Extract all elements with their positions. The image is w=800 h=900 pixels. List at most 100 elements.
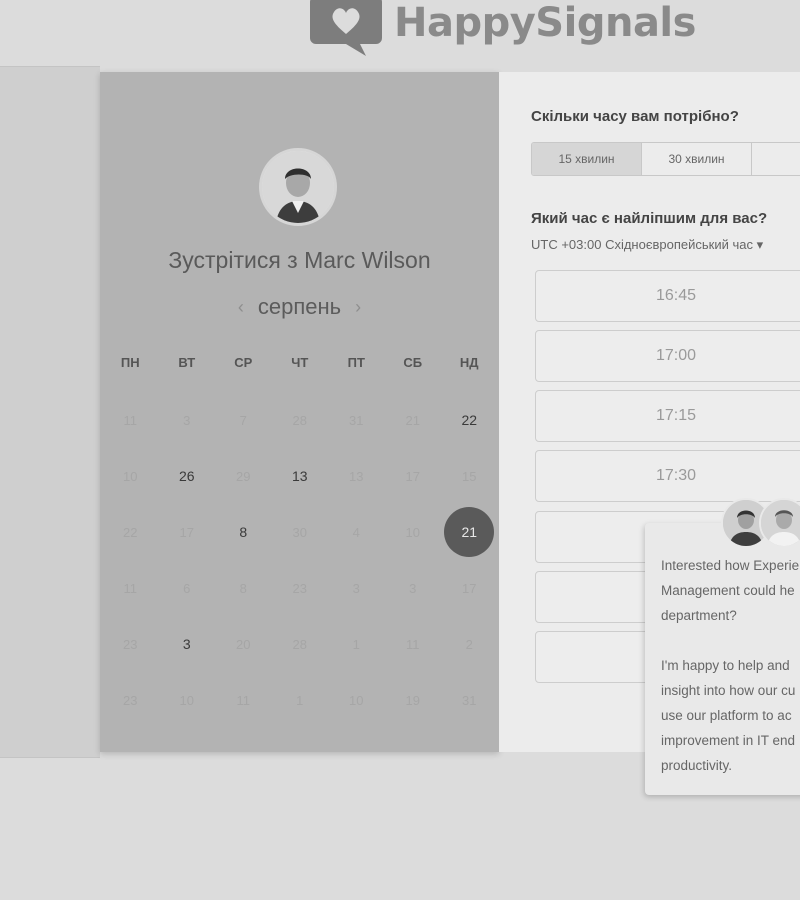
day-number: 3 [182, 636, 191, 652]
weekday-label: ПН [120, 355, 140, 370]
calendar-day[interactable]: 26 [159, 448, 216, 504]
calendar-day: 13 [328, 448, 385, 504]
calendar-day: 23 [102, 616, 159, 672]
day-number: 4 [352, 524, 360, 540]
calendar-day: 28 [272, 616, 329, 672]
day-number: 10 [179, 692, 194, 708]
calendar-day: 11 [102, 560, 159, 616]
calendar-day[interactable]: 13 [272, 448, 329, 504]
day-number: 26 [178, 468, 195, 484]
calendar-day: 10 [328, 672, 385, 728]
day-number: 11 [236, 692, 251, 708]
day-number: 3 [183, 412, 191, 428]
calendar-day: 15 [441, 448, 498, 504]
calendar-day: 10 [102, 448, 159, 504]
time-slot-button[interactable]: 17:15 [535, 390, 800, 442]
day-number: 17 [462, 580, 477, 596]
calendar-day: 17 [385, 448, 442, 504]
duration-selector: 15 хвилин 30 хвилин 1 г [531, 142, 800, 176]
calendar-day: 11 [215, 672, 272, 728]
day-number: 8 [239, 524, 248, 540]
day-number: 19 [405, 692, 420, 708]
page: HappySignals Зустрітися з Marc Wilson ‹ … [0, 0, 800, 900]
calendar-day[interactable]: 22 [441, 392, 498, 448]
prev-month-button[interactable]: ‹ [238, 297, 244, 318]
day-number: 17 [179, 524, 194, 540]
day-number: 21 [405, 412, 420, 428]
day-number: 13 [349, 468, 364, 484]
meeting-title: Зустрітися з Marc Wilson [168, 247, 431, 273]
calendar-day: 3 [385, 560, 442, 616]
day-number: 3 [409, 580, 417, 596]
calendar-day: 28 [272, 392, 329, 448]
brand-name: HappySignals [394, 0, 696, 46]
time-slot-button[interactable]: 17:30 [535, 450, 800, 502]
day-number: 23 [292, 580, 307, 596]
day-number: 31 [349, 412, 364, 428]
day-number: 23 [123, 692, 138, 708]
day-number: 11 [123, 412, 138, 428]
calendar-day: 1 [272, 672, 329, 728]
time-slot-button[interactable]: 16:45 [535, 270, 800, 322]
calendar-day: 6 [159, 560, 216, 616]
day-number: 28 [292, 412, 307, 428]
calendar-grid: 11 3 7 28 31 21 22 10 26 29 13 13 17 15 22 17 8 30 4 10 21 11… [102, 392, 499, 728]
selected-day[interactable]: 21 [441, 504, 498, 560]
duration-60-button[interactable]: 1 г [752, 143, 800, 175]
chat-popup[interactable]: Interested how Experie Management could … [645, 498, 800, 795]
day-number: 1 [352, 636, 360, 652]
calendar-day: 30 [272, 504, 329, 560]
next-month-button[interactable]: › [355, 297, 361, 318]
duration-question: Скільки часу вам потрібно? [531, 108, 739, 125]
day-number: 10 [405, 524, 420, 540]
day-number: 8 [239, 580, 247, 596]
calendar-day[interactable]: 3 [159, 616, 216, 672]
day-number: 10 [349, 692, 364, 708]
time-slot-button[interactable]: 17:00 [535, 330, 800, 382]
calendar-day: 3 [159, 392, 216, 448]
calendar-day: 10 [159, 672, 216, 728]
day-number: 31 [462, 692, 477, 708]
calendar-day: 7 [215, 392, 272, 448]
calendar-day: 23 [102, 672, 159, 728]
weekday-label: СР [234, 355, 253, 370]
duration-30-button[interactable]: 30 хвилин [642, 143, 752, 175]
day-number: 28 [292, 636, 307, 652]
day-number: 11 [406, 636, 420, 652]
day-number: 7 [239, 412, 247, 428]
agent-avatar [759, 498, 800, 548]
day-number: 22 [461, 412, 478, 428]
weekday-header: ПН ВТ СР ЧТ ПТ СБ НД [102, 355, 499, 370]
day-number: 21 [444, 507, 495, 557]
calendar-day: 20 [215, 616, 272, 672]
calendar-day: 3 [328, 560, 385, 616]
calendar-day: 11 [385, 616, 442, 672]
month-navigator: ‹ серпень › [100, 294, 499, 320]
day-number: 23 [123, 636, 138, 652]
duration-15-button[interactable]: 15 хвилин [532, 143, 642, 175]
day-number: 29 [236, 468, 251, 484]
weekday-label: ПТ [347, 355, 365, 370]
background-panel [0, 66, 100, 758]
chat-message: I'm happy to help and insight into how o… [661, 658, 796, 773]
calendar-day: 31 [328, 392, 385, 448]
weekday-label: НД [459, 355, 479, 370]
host-avatar [259, 148, 337, 226]
calendar-day: 4 [328, 504, 385, 560]
calendar-panel: Зустрітися з Marc Wilson ‹ серпень › ПН … [100, 72, 499, 752]
calendar-day: 1 [328, 616, 385, 672]
brand-logo[interactable]: HappySignals [308, 0, 696, 56]
weekday-label: ЧТ [291, 355, 309, 370]
calendar-day: 21 [385, 392, 442, 448]
chat-message: Interested how Experie Management could … [661, 558, 800, 623]
day-number: 3 [352, 580, 360, 596]
weekday-label: СБ [403, 355, 423, 370]
calendar-day: 8 [215, 560, 272, 616]
day-number: 2 [465, 636, 473, 652]
day-number: 10 [123, 468, 138, 484]
day-number: 20 [236, 636, 251, 652]
day-number: 6 [183, 580, 191, 596]
day-number: 30 [292, 524, 307, 540]
calendar-day[interactable]: 8 [215, 504, 272, 560]
timezone-dropdown[interactable]: UTC +03:00 Східноєвропейський час ▾ [531, 237, 763, 253]
